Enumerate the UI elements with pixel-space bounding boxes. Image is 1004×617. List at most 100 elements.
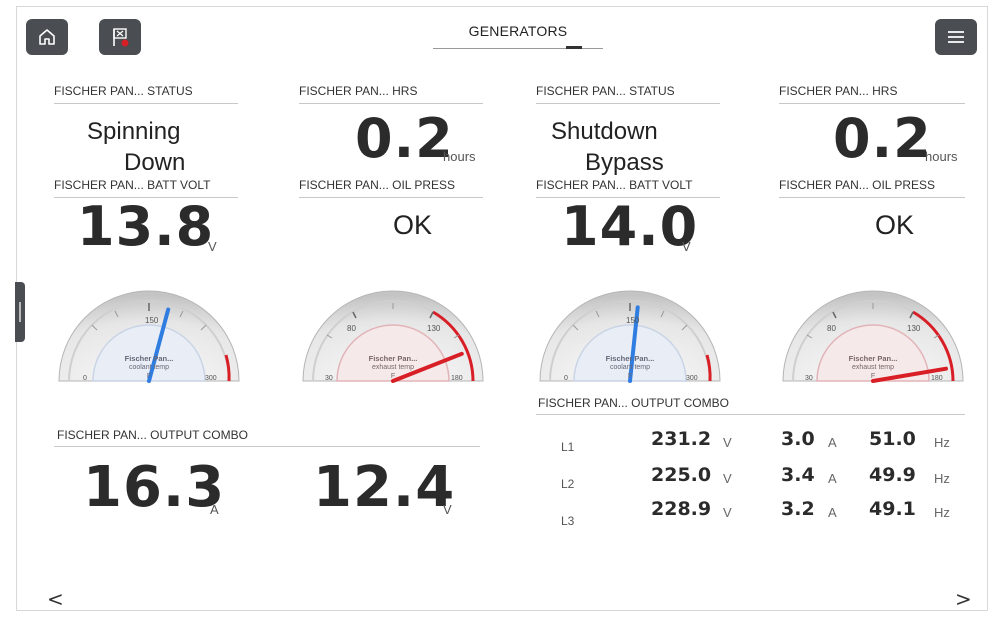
gen2-oil-value: OK (875, 210, 915, 240)
page-title: GENERATORS (468, 23, 568, 39)
gauge-max-label: 300 (205, 375, 217, 382)
phase-name: L1 (561, 440, 575, 454)
gen1-batt-value: 13.8 (77, 195, 215, 258)
gauge-low-label: 80 (347, 324, 356, 333)
gauge-unit: F (391, 373, 395, 380)
divider (536, 103, 720, 104)
menu-button[interactable] (935, 19, 977, 55)
gen2-exhaust-gauge: 80 130 Fischer Pan... exhaust temp F 30 … (782, 290, 964, 383)
side-drawer-handle[interactable] (15, 282, 25, 342)
phase-amps: 3.0 (781, 428, 815, 450)
generators-page: GENERATORS FISCHER PAN... STATUS Spinnin… (16, 6, 988, 611)
gauge-max-label: 180 (451, 375, 463, 382)
phase-hz: 51.0 (869, 428, 916, 450)
gauge-name-line2: exhaust temp (372, 364, 414, 371)
phase-volts: 228.9 (651, 498, 712, 520)
gen2-hrs-unit: hours (925, 149, 958, 164)
gauge-name-line1: Fischer Pan... (369, 354, 418, 363)
gauge-name-line2: coolant temp (129, 364, 169, 371)
gen1-output-label: FISCHER PAN... OUTPUT COMBO (57, 428, 248, 442)
gen2-status-line1: Shutdown (551, 118, 658, 145)
gauge-max-label: 180 (931, 375, 943, 382)
gen2-output-label: FISCHER PAN... OUTPUT COMBO (538, 396, 729, 410)
prev-page-button[interactable]: < (47, 587, 64, 610)
divider (299, 197, 483, 198)
phase-amps: 3.2 (781, 498, 815, 520)
phase-volts-unit: V (723, 505, 732, 520)
divider (536, 414, 965, 415)
home-icon (37, 27, 57, 47)
gen2-hrs-label: FISCHER PAN... HRS (779, 84, 898, 98)
gauge-min-label: 30 (805, 375, 813, 382)
gen2-oil-label: FISCHER PAN... OIL PRESS (779, 178, 936, 192)
alarm-flag-icon (109, 26, 131, 48)
gen1-voltage-unit: V (443, 502, 452, 517)
gen2-batt-label: FISCHER PAN... BATT VOLT (536, 178, 693, 192)
gen2-status-label: FISCHER PAN... STATUS (536, 84, 675, 98)
gen1-hrs-value: 0.2 (355, 107, 454, 170)
gen1-current-value: 16.3 (83, 455, 226, 520)
alarm-button[interactable] (99, 19, 141, 55)
gen1-status-label: FISCHER PAN... STATUS (54, 84, 193, 98)
gen2-hrs-value: 0.2 (833, 107, 932, 170)
phase-hz-unit: Hz (934, 471, 950, 486)
gauge-mid-label: 150 (626, 316, 640, 325)
gauge-unit: F (871, 373, 875, 380)
gen1-status-line2: Down (124, 149, 186, 176)
phase-amps-unit: A (828, 435, 837, 450)
gen1-oil-value: OK (393, 210, 433, 240)
phase-volts-unit: V (723, 435, 732, 450)
divider (779, 103, 965, 104)
gauge-high-label: 130 (427, 324, 441, 333)
divider (779, 197, 965, 198)
phase-hz: 49.9 (869, 464, 916, 486)
phase-amps-unit: A (828, 505, 837, 520)
divider (299, 103, 483, 104)
gen2-batt-value: 14.0 (561, 195, 699, 258)
home-button[interactable] (26, 19, 68, 55)
phase-hz-unit: Hz (934, 435, 950, 450)
page-indicator (566, 46, 582, 49)
gauge-max-label: 300 (686, 375, 698, 382)
gauge-unit: F (147, 373, 151, 380)
gen2-coolant-gauge: 150 Fischer Pan... coolant temp F 0 300 (539, 290, 721, 383)
gauge-name-line1: Fischer Pan... (606, 354, 655, 363)
gen1-current-unit: A (210, 502, 219, 517)
gauge-low-label: 80 (827, 324, 836, 333)
phase-amps: 3.4 (781, 464, 815, 486)
gauge-mid-label: 150 (145, 316, 159, 325)
gen1-batt-unit: V (208, 239, 217, 254)
gen1-hrs-unit: hours (443, 149, 476, 164)
gauge-min-label: 0 (83, 375, 87, 382)
gauge-name-line2: coolant temp (610, 364, 650, 371)
gen2-batt-unit: V (682, 239, 691, 254)
gauge-name-line2: exhaust temp (852, 364, 894, 371)
divider (54, 446, 480, 447)
gauge-min-label: 30 (325, 375, 333, 382)
gen2-status-line2: Bypass (585, 149, 664, 176)
gauge-min-label: 0 (564, 375, 568, 382)
gen1-voltage-value: 12.4 (313, 455, 456, 520)
gen1-status-line1: Spinning (87, 118, 181, 145)
phase-hz-unit: Hz (934, 505, 950, 520)
phase-name: L2 (561, 477, 575, 491)
gen1-hrs-label: FISCHER PAN... HRS (299, 84, 418, 98)
phase-volts: 231.2 (651, 428, 712, 450)
gen1-coolant-gauge: 150 Fischer Pan... coolant temp F 0 300 (58, 290, 240, 383)
gen1-oil-label: FISCHER PAN... OIL PRESS (299, 178, 456, 192)
phase-hz: 49.1 (869, 498, 916, 520)
phase-volts-unit: V (723, 471, 732, 486)
gauge-high-label: 130 (907, 324, 921, 333)
phase-amps-unit: A (828, 471, 837, 486)
gauge-name-line1: Fischer Pan... (849, 354, 898, 363)
next-page-button[interactable]: > (955, 587, 972, 610)
phase-volts: 225.0 (651, 464, 712, 486)
gen1-exhaust-gauge: 80 130 Fischer Pan... exhaust temp F 30 … (302, 290, 484, 383)
gauge-name-line1: Fischer Pan... (125, 354, 174, 363)
gen1-batt-label: FISCHER PAN... BATT VOLT (54, 178, 211, 192)
divider (54, 103, 238, 104)
menu-icon (947, 30, 965, 44)
phase-name: L3 (561, 514, 575, 528)
gauge-unit: F (628, 373, 632, 380)
page-title-area: GENERATORS (433, 19, 603, 53)
